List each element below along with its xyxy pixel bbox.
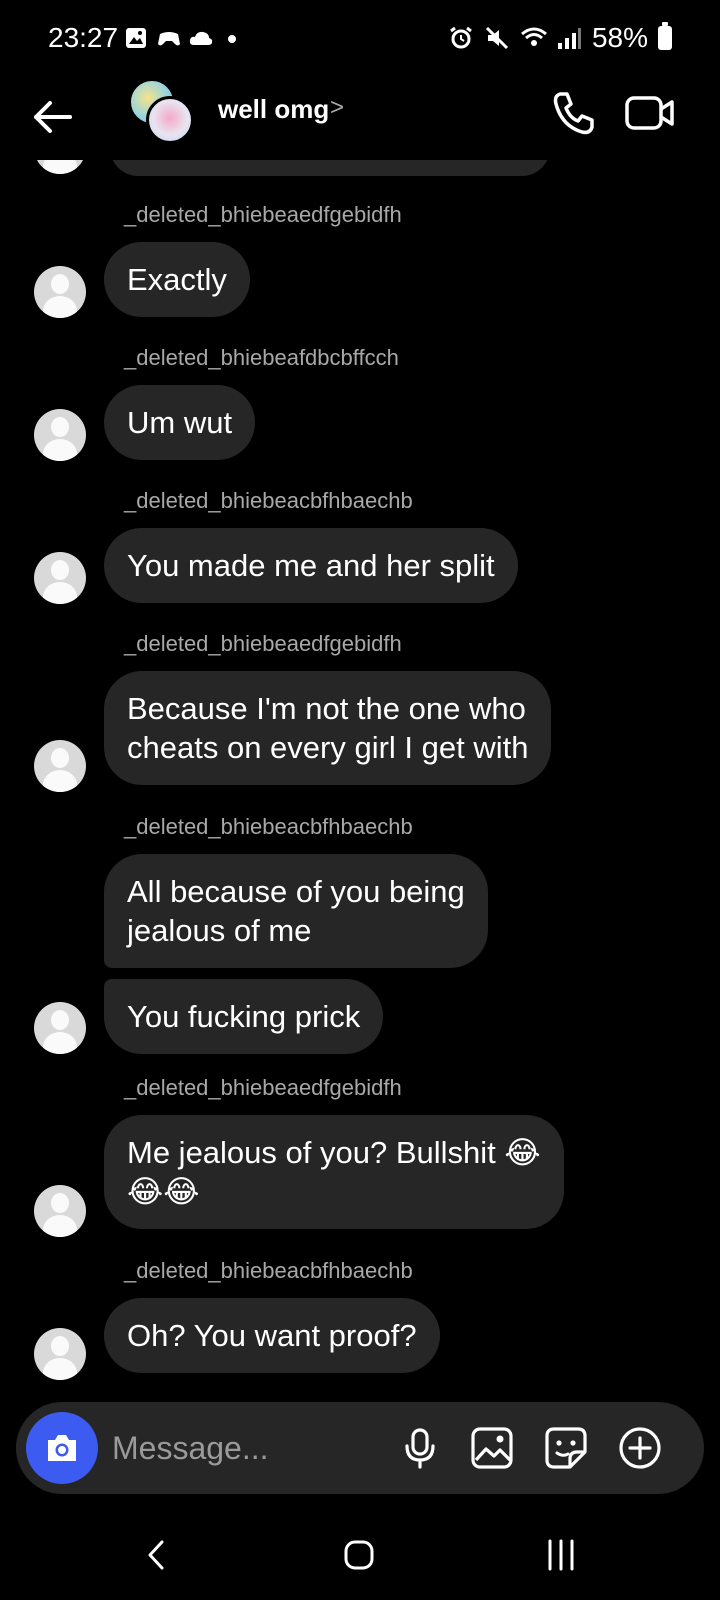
back-arrow-icon[interactable] [28, 92, 78, 142]
cloud-icon [188, 26, 213, 50]
avatar[interactable] [34, 266, 86, 318]
system-nav-bar [0, 1510, 720, 1600]
message-list[interactable]: _deleted_bhiebeaedfgebidfh Exactly _dele… [0, 160, 720, 1380]
avatar[interactable] [34, 740, 86, 792]
message-sender: _deleted_bhiebeafdbcbffcch [124, 345, 399, 370]
game-controller-icon [156, 26, 180, 50]
nav-home-icon[interactable] [334, 1530, 384, 1580]
avatar[interactable] [34, 1185, 86, 1237]
message-sender: _deleted_bhiebeaedfgebidfh [124, 1075, 402, 1100]
image-icon[interactable] [470, 1426, 514, 1470]
message-bubble[interactable]: Me jealous of you? Bullshit 😂 😂😂 [104, 1115, 564, 1229]
message-sender: _deleted_bhiebeacbfhbaechb [124, 814, 413, 839]
nav-back-icon[interactable] [132, 1530, 182, 1580]
battery-percentage: 58% [591, 22, 648, 53]
message-bubble[interactable]: Because I'm not the one who cheats on ev… [104, 671, 552, 785]
chat-title[interactable]: well omg [218, 94, 329, 125]
message-bubble-partial[interactable] [110, 160, 550, 176]
gallery-icon [124, 26, 148, 50]
message-bubble[interactable]: Um wut [104, 385, 256, 460]
message-bubble[interactable]: You fucking prick [104, 979, 384, 1054]
phone-icon[interactable] [548, 88, 598, 138]
mute-icon [484, 25, 510, 51]
message-sender: _deleted_bhiebeaedfgebidfh [124, 202, 402, 227]
chat-header: well omg > [0, 78, 720, 164]
camera-icon[interactable] [26, 1412, 98, 1484]
microphone-icon[interactable] [398, 1426, 442, 1470]
signal-icon [556, 25, 582, 51]
message-bubble[interactable]: Exactly [104, 242, 250, 317]
avatar [146, 96, 194, 144]
battery-icon [658, 22, 672, 50]
avatar[interactable] [34, 409, 86, 461]
wifi-icon [520, 25, 547, 51]
group-avatar[interactable] [128, 78, 198, 148]
dot-icon [220, 26, 244, 50]
sticker-icon[interactable] [544, 1426, 588, 1470]
avatar[interactable] [34, 552, 86, 604]
status-time: 23:27 [48, 22, 119, 53]
video-camera-icon[interactable] [622, 88, 678, 138]
message-sender: _deleted_bhiebeaedfgebidfh [124, 631, 402, 656]
message-bubble[interactable]: All because of you being jealous of me [104, 854, 488, 968]
alarm-icon [448, 25, 474, 51]
chevron-right-icon[interactable]: > [330, 94, 344, 122]
status-bar: 23:27 58% [0, 0, 720, 78]
plus-icon[interactable] [618, 1426, 662, 1470]
message-sender: _deleted_bhiebeacbfhbaechb [124, 488, 413, 513]
avatar[interactable] [34, 160, 86, 174]
nav-recents-icon[interactable] [536, 1530, 586, 1580]
message-bubble[interactable]: Oh? You want proof? [104, 1298, 440, 1373]
message-bubble[interactable]: You made me and her split [104, 528, 518, 603]
message-input[interactable] [112, 1424, 392, 1472]
avatar[interactable] [34, 1002, 86, 1054]
message-sender: _deleted_bhiebeacbfhbaechb [124, 1258, 413, 1283]
message-composer [16, 1402, 704, 1494]
avatar[interactable] [34, 1328, 86, 1380]
